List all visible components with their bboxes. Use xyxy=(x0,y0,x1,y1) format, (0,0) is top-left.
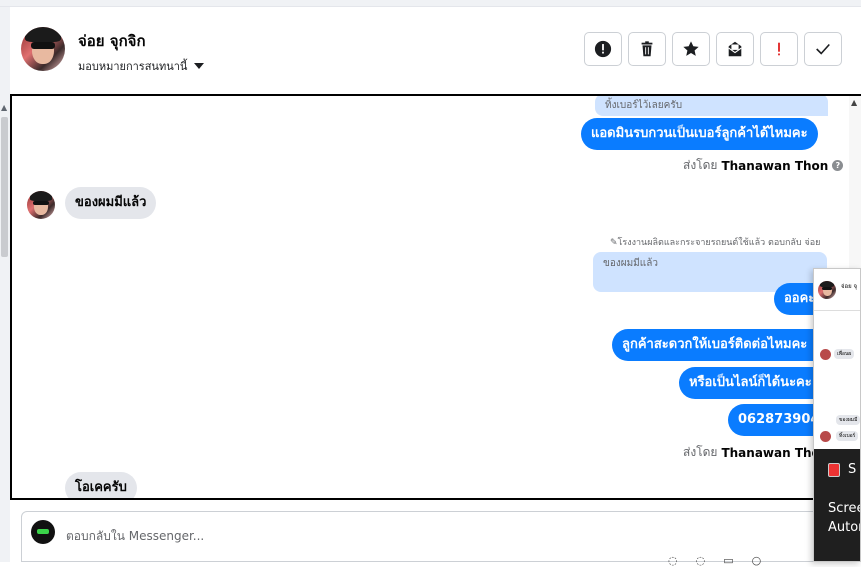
contact-avatar[interactable] xyxy=(21,27,65,71)
attachment-icon[interactable]: ◌ xyxy=(696,554,706,567)
image-icon[interactable]: ▭ xyxy=(723,554,733,567)
star-icon xyxy=(683,41,699,56)
quoted-text: ทิ้งเบอร์ไว้เลยครับ xyxy=(605,100,683,111)
check-icon xyxy=(816,43,830,55)
contact-name[interactable]: จ่อย จุกจิก xyxy=(78,29,146,53)
conversation-header: จ่อย จุกจิก มอบหมายการสนทนานี้ xyxy=(10,7,861,94)
sent-by-info: ส่งโดย Thanawan Thon xyxy=(683,443,828,462)
exclamation-icon xyxy=(778,42,780,56)
popup-message: ของผมมี xyxy=(836,415,860,425)
notification-title-text: S xyxy=(848,462,857,477)
sent-by-prefix: ส่งโดย xyxy=(683,158,718,172)
mark-important-button[interactable] xyxy=(760,32,798,66)
emoji-icon[interactable]: ○ xyxy=(752,554,762,567)
report-spam-button[interactable] xyxy=(584,32,622,66)
app-icon xyxy=(828,462,840,477)
caret-down-icon xyxy=(194,63,205,69)
scroll-up-arrow-icon[interactable]: ▲ xyxy=(851,98,857,107)
quoted-message: ทิ้งเบอร์ไว้เลยครับ xyxy=(595,96,828,116)
message-thread[interactable]: ทิ้งเบอร์ไว้เลยครับ แอดมินรบกวนเป็นเบอร์… xyxy=(10,94,861,500)
outgoing-message[interactable]: ลูกค้าสะดวกให้เบอร์ติดต่อไหมคะ xyxy=(612,329,818,361)
trash-icon xyxy=(641,41,653,57)
reply-note: ✎โรงงานผลิตและกระจายรถยนต์ใช้แล้ว ตอบกลั… xyxy=(610,238,821,248)
mail-icon xyxy=(728,41,742,57)
notification-line: Scree xyxy=(828,501,861,516)
reply-input[interactable]: ตอบกลับใน Messenger... xyxy=(66,527,204,546)
saved-replies-icon[interactable]: ◌ xyxy=(668,554,678,567)
outgoing-message[interactable]: แอดมินรบกวนเป็นเบอร์ลูกค้าได้ไหมคะ xyxy=(581,118,818,150)
notification-body: Scree Autor xyxy=(828,499,861,537)
scroll-up-arrow-icon[interactable]: ▲ xyxy=(1,103,7,112)
page-avatar xyxy=(31,520,55,544)
notification-line: Autor xyxy=(828,520,861,535)
window-top-bar xyxy=(0,0,861,7)
popup-message: เพื่อนผ xyxy=(834,349,855,359)
screen-recorder-notification[interactable]: S Scree Autor xyxy=(814,449,861,561)
popup-message-avatar xyxy=(820,431,831,442)
star-button[interactable] xyxy=(672,32,710,66)
contact-avatar-small[interactable] xyxy=(27,191,55,219)
quoted-text: ของผมมีแล้ว xyxy=(603,258,658,269)
conversation-actions xyxy=(584,32,842,66)
left-scrollbar[interactable]: ▲ xyxy=(0,7,10,562)
popup-message-avatar xyxy=(820,349,831,360)
reply-composer[interactable]: ตอบกลับใน Messenger... ◌ ◌ ▭ ○ xyxy=(21,511,821,567)
sender-name: Thanawan Thon xyxy=(721,158,829,173)
delete-button[interactable] xyxy=(628,32,666,66)
assign-conversation-dropdown[interactable]: มอบหมายการสนทนานี้ xyxy=(78,57,205,75)
assign-label: มอบหมายการสนทนานี้ xyxy=(78,60,188,73)
incoming-message[interactable]: โอเคครับ xyxy=(65,472,137,498)
popup-contact-name: จ่อย จุ xyxy=(841,283,858,290)
popup-avatar xyxy=(818,281,836,299)
outgoing-message[interactable]: หรือเป็นไลน์ก็ได้นะคะ xyxy=(679,367,822,399)
mark-done-button[interactable] xyxy=(804,32,842,66)
sent-by-info: ส่งโดย Thanawan Thon ? xyxy=(683,156,844,175)
incoming-message[interactable]: ของผมมีแล้ว xyxy=(65,187,157,219)
popup-message: ทิ้งเบอร์ xyxy=(836,431,859,441)
composer-toolbar: ◌ ◌ ▭ ○ xyxy=(668,554,761,567)
exclamation-circle-icon xyxy=(594,40,612,58)
popup-header: จ่อย จุ xyxy=(814,269,860,311)
help-icon[interactable]: ? xyxy=(832,160,844,171)
sent-by-prefix: ส่งโดย xyxy=(683,445,718,459)
messenger-popup-window[interactable]: จ่อย จุ เพื่อนผ ของผมมี ทิ้งเบอร์ S Scre… xyxy=(813,268,861,562)
mark-unread-button[interactable] xyxy=(716,32,754,66)
scroll-thumb[interactable] xyxy=(1,117,8,257)
notification-title: S xyxy=(828,462,856,477)
